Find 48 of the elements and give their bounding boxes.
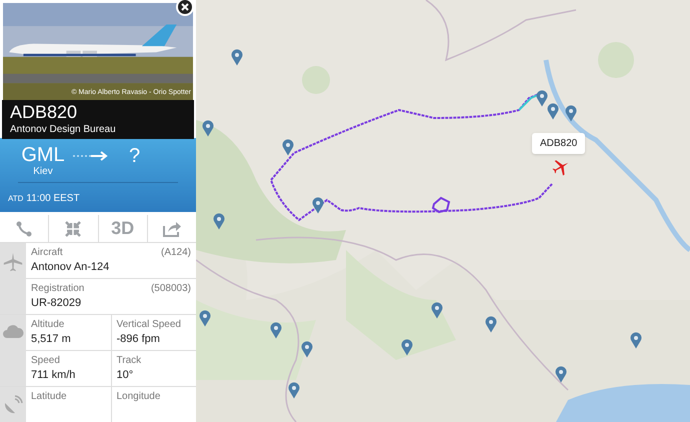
detail-label: Aircraft (31, 246, 63, 259)
detail-label: Altitude (31, 318, 64, 331)
detail-value: 5,517 m (31, 332, 72, 347)
route-icon (15, 220, 34, 238)
atd-time: 11:00 EEST (26, 192, 80, 206)
map-pin-icon[interactable] (202, 120, 214, 137)
satellite-dish-icon (3, 395, 23, 415)
map-pin-icon[interactable] (565, 105, 577, 122)
origin-city: Kiev (33, 166, 53, 178)
close-icon (181, 3, 189, 11)
flight-callsign: ADB820 (10, 101, 78, 123)
map-pin-icon[interactable] (547, 103, 559, 120)
detail-label: Latitude (31, 390, 67, 403)
map-pin-icon[interactable] (485, 316, 497, 333)
arrow-icon (73, 151, 109, 161)
map-pin-icon[interactable] (431, 302, 443, 319)
detail-label: Longitude (116, 390, 160, 403)
destination-code: ? (129, 145, 140, 167)
map-pin-icon[interactable] (270, 322, 282, 339)
map-pin-icon[interactable] (301, 341, 313, 358)
detail-code: (508003) (150, 282, 191, 295)
atd-label: ATD (8, 193, 24, 205)
map-pin-icon[interactable] (231, 49, 243, 66)
detail-code: (A124) (160, 246, 191, 259)
map-pin-icon[interactable] (282, 139, 294, 156)
detail-label: Registration (31, 282, 84, 295)
map-pin-icon[interactable] (312, 197, 324, 214)
map-pin-icon[interactable] (555, 366, 567, 383)
detail-label: Vertical Speed (116, 318, 181, 331)
cloud-icon (2, 323, 24, 339)
map-pin-icon[interactable] (401, 339, 413, 356)
detail-label: Speed (31, 354, 60, 367)
detail-label: Track (116, 354, 142, 367)
detail-value: UR-82029 (31, 296, 82, 311)
share-icon (162, 220, 182, 238)
airline-name: Antonov Design Bureau (10, 123, 117, 136)
map-pin-icon[interactable] (536, 90, 548, 107)
detail-value: Antonov An-124 (31, 260, 110, 275)
flight-map-label: ADB820 (532, 133, 586, 154)
map-pin-icon[interactable] (199, 310, 211, 327)
collapse-icon (64, 220, 82, 238)
origin-code: GML (21, 144, 65, 166)
detail-value: 711 km/h (31, 368, 76, 383)
map-pin-icon[interactable] (288, 382, 300, 399)
detail-value: 10° (116, 368, 134, 383)
map-pin-icon[interactable] (630, 332, 642, 349)
detail-value: -896 fpm (116, 332, 161, 347)
map-pin-icon[interactable] (213, 213, 225, 230)
